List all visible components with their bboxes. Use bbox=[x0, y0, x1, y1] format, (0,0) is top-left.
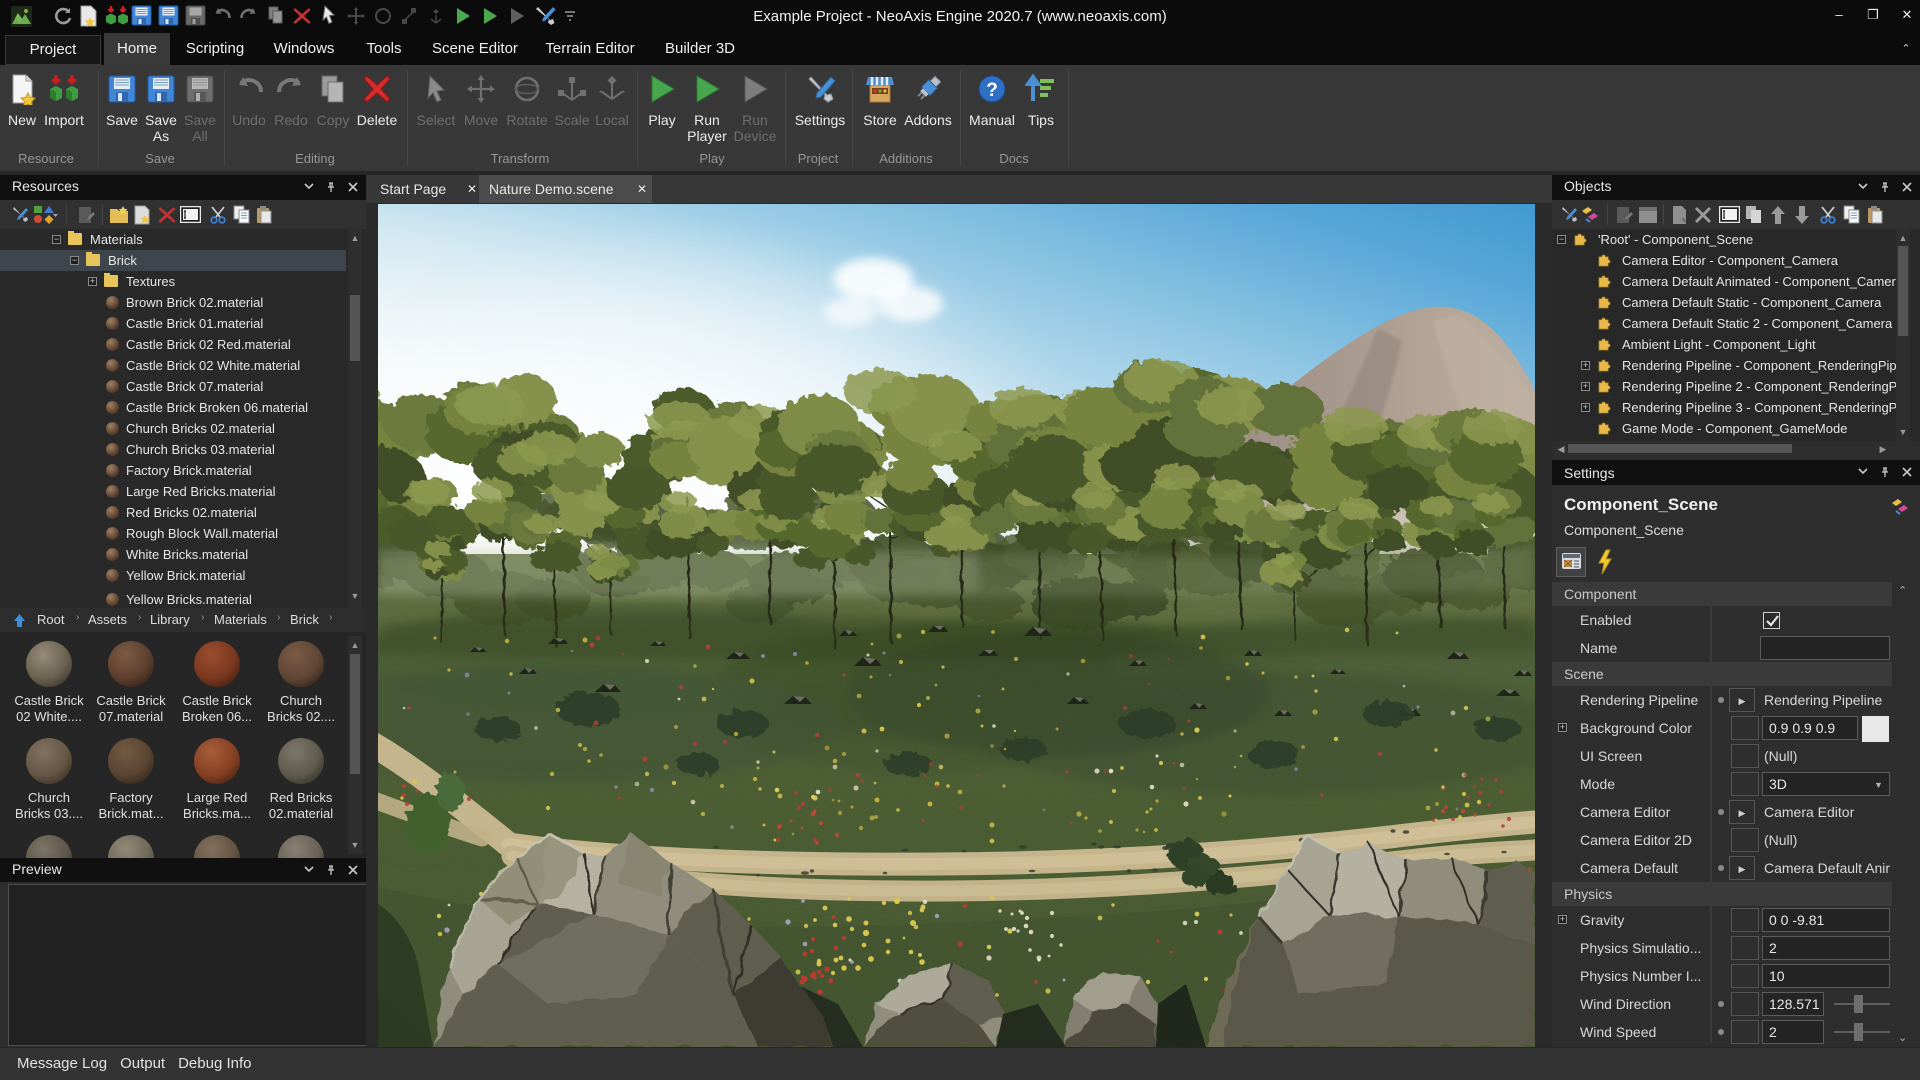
svg-text:?: ? bbox=[986, 80, 998, 101]
